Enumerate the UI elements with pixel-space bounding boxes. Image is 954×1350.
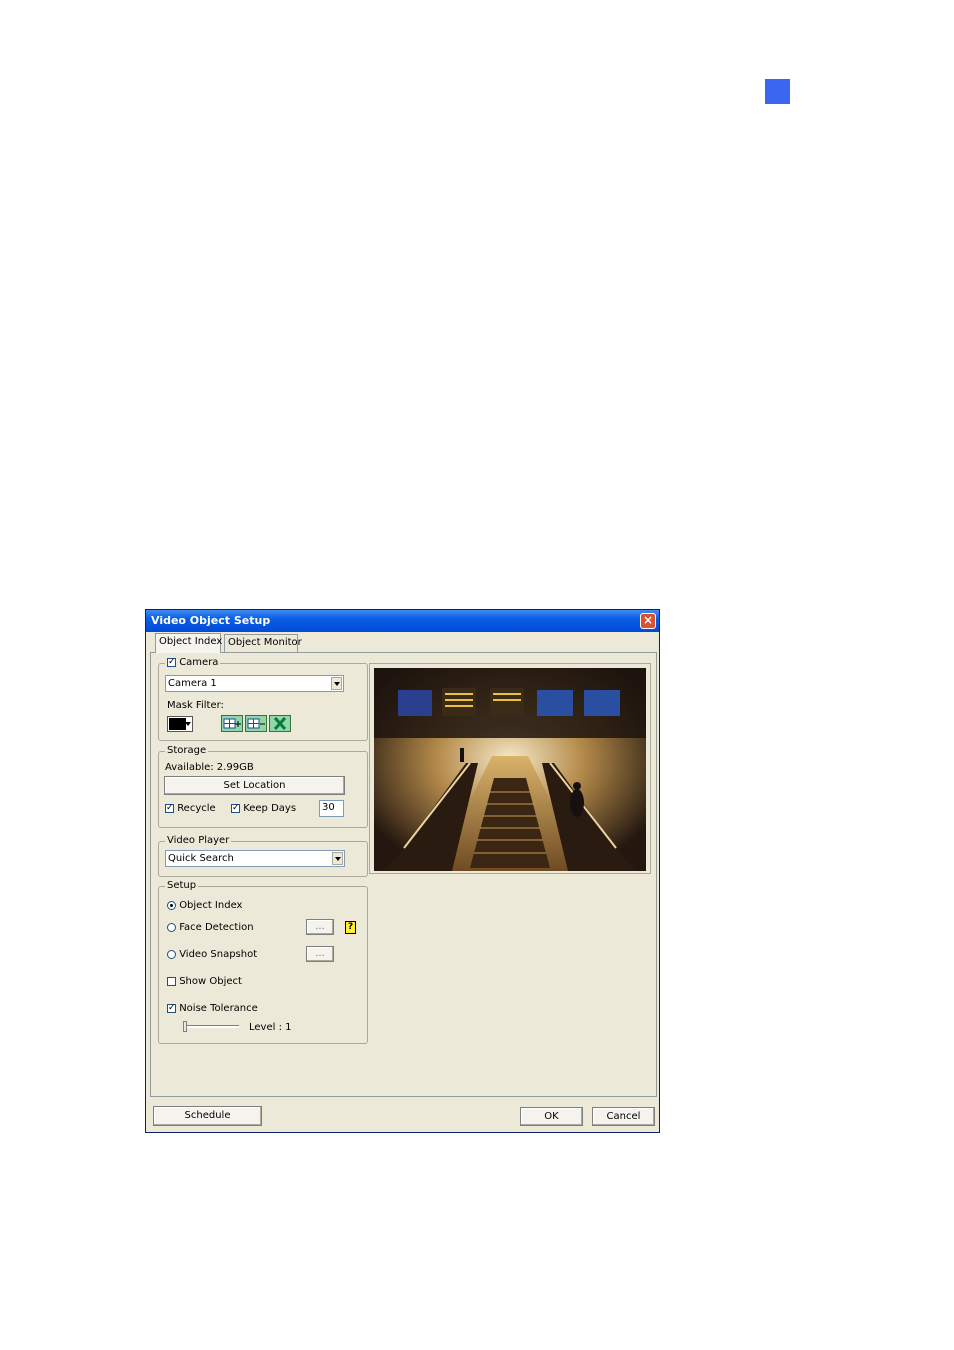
video-snapshot-browse-button[interactable]: ... [306,946,334,962]
noise-level-slider-track[interactable] [184,1025,239,1028]
camera-select-value: Camera 1 [168,678,217,689]
storage-group: Storage Available: 2.99GB Set Location R… [158,745,368,828]
tab-label: Object Index [159,636,223,647]
show-object-option[interactable]: Show Object [167,976,242,988]
keep-days-label: Keep Days [243,803,297,814]
object-index-panel: Camera Camera 1 Mask Filter: [150,652,657,1097]
keep-days-input[interactable]: 30 [319,800,344,817]
mask-color-picker[interactable] [167,716,193,732]
noise-level-slider-thumb[interactable] [183,1021,187,1032]
tab-object-index[interactable]: Object Index [155,633,223,653]
face-detection-label: Face Detection [179,922,254,933]
cancel-button[interactable]: Cancel [592,1107,655,1126]
video-player-legend: Video Player [165,835,232,847]
add-mask-button[interactable] [221,715,243,732]
setup-group: Setup Object Index Face Detection ... ? … [158,880,368,1044]
video-snapshot-label: Video Snapshot [179,949,258,960]
delete-x-icon [273,716,287,731]
chapter-marker [765,79,790,104]
chevron-down-icon[interactable] [331,677,342,690]
tab-label: Object Monitor [228,637,302,648]
show-object-checkbox[interactable] [167,976,176,986]
keep-days-checkbox[interactable] [231,802,240,814]
face-detection-option[interactable]: Face Detection [167,922,254,934]
video-snapshot-radio[interactable] [167,949,176,959]
remove-mask-button[interactable] [245,715,267,732]
help-icon[interactable]: ? [345,921,356,934]
camera-checkbox[interactable] [167,656,176,668]
camera-preview-image [374,668,646,871]
camera-group: Camera Camera 1 Mask Filter: [158,656,368,741]
noise-tolerance-option[interactable]: Noise Tolerance [167,1002,258,1015]
noise-level-label: Level : 1 [249,1022,292,1033]
camera-legend: Camera [165,656,221,669]
add-mask-icon [223,718,241,729]
storage-legend: Storage [165,745,209,757]
recycle-option: Recycle [165,802,216,815]
noise-tolerance-checkbox[interactable] [167,1002,176,1014]
camera-label: Camera [179,657,219,668]
title-bar[interactable]: Video Object Setup × [146,610,659,632]
chevron-down-icon[interactable] [185,722,191,726]
video-player-group: Video Player Quick Search [158,835,368,877]
mask-filter-label: Mask Filter: [167,700,224,711]
keep-days-option: Keep Days [231,802,297,815]
video-player-select[interactable]: Quick Search [165,850,345,867]
camera-preview-frame [369,663,651,874]
video-object-setup-dialog: Video Object Setup × Object Index Object… [145,609,660,1133]
dialog-title: Video Object Setup [151,614,271,627]
setup-legend: Setup [165,880,199,892]
video-snapshot-option[interactable]: Video Snapshot [167,949,257,961]
ok-button[interactable]: OK [520,1107,583,1126]
face-detection-browse-button[interactable]: ... [306,919,334,935]
chevron-down-icon[interactable] [332,852,343,865]
camera-select[interactable]: Camera 1 [165,675,344,692]
object-index-radio[interactable] [167,900,176,910]
recycle-label: Recycle [177,803,216,814]
remove-mask-icon [247,718,265,729]
noise-tolerance-label: Noise Tolerance [179,1003,258,1014]
tab-object-monitor[interactable]: Object Monitor [224,634,302,652]
object-index-label: Object Index [179,900,243,911]
close-icon: × [642,613,654,627]
close-button[interactable]: × [640,613,656,629]
object-index-option[interactable]: Object Index [167,900,242,912]
mask-color-swatch [169,718,186,730]
recycle-checkbox[interactable] [165,802,174,814]
set-location-button[interactable]: Set Location [164,776,345,795]
show-object-label: Show Object [179,976,242,987]
schedule-button[interactable]: Schedule [153,1106,262,1126]
video-player-select-value: Quick Search [168,853,234,864]
face-detection-radio[interactable] [167,922,176,932]
available-space: Available: 2.99GB [165,762,254,773]
clear-mask-button[interactable] [269,715,291,732]
